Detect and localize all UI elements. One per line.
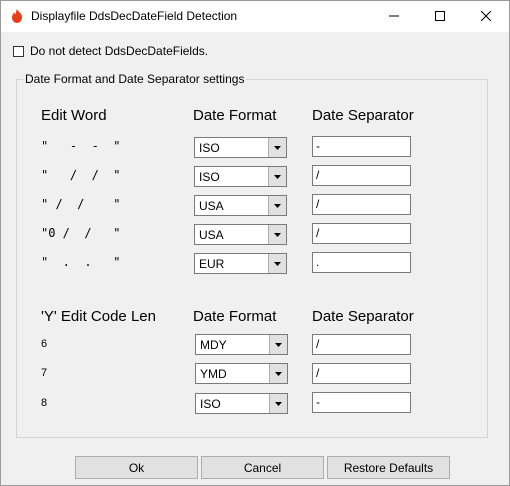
- restore-defaults-button[interactable]: Restore Defaults: [327, 456, 450, 479]
- edit-code-len-value: 7: [41, 367, 48, 379]
- date-format-value: EUR: [199, 256, 225, 271]
- ok-button[interactable]: Ok: [75, 456, 198, 479]
- date-format-select[interactable]: ISO: [194, 137, 287, 158]
- date-format-value: USA: [199, 198, 224, 213]
- chevron-down-icon[interactable]: [268, 196, 286, 215]
- title-bar[interactable]: Displayfile DdsDecDateField Detection: [1, 1, 509, 32]
- detect-option[interactable]: Do not detect DdsDecDateFields.: [13, 44, 208, 58]
- edit-code-len-value: 6: [41, 338, 48, 350]
- chevron-down-icon[interactable]: [268, 138, 286, 157]
- minimize-icon: [389, 10, 399, 24]
- edit-word-value: "0 / / ": [41, 226, 121, 240]
- date-separator-header: Date Separator: [312, 107, 414, 124]
- date-format-select[interactable]: YMD: [195, 363, 288, 384]
- maximize-button[interactable]: [417, 1, 463, 32]
- close-button[interactable]: [463, 1, 509, 32]
- date-format-select[interactable]: ISO: [194, 166, 287, 187]
- edit-code-len-header: 'Y' Edit Code Len: [41, 308, 156, 325]
- chevron-down-icon[interactable]: [268, 254, 286, 273]
- date-format-select[interactable]: USA: [194, 224, 287, 245]
- edit-word-header: Edit Word: [41, 107, 107, 124]
- detect-checkbox-label: Do not detect DdsDecDateFields.: [30, 44, 209, 58]
- cancel-button[interactable]: Cancel: [201, 456, 324, 479]
- chevron-down-icon[interactable]: [269, 364, 287, 383]
- window-title: Displayfile DdsDecDateField Detection: [31, 9, 238, 23]
- date-format-value: USA: [199, 227, 224, 242]
- chevron-down-icon[interactable]: [269, 335, 287, 354]
- chevron-down-icon[interactable]: [269, 394, 287, 413]
- date-separator-input[interactable]: /: [312, 165, 411, 186]
- date-format-header: Date Format: [193, 107, 277, 124]
- date-separator-input[interactable]: /: [312, 223, 411, 244]
- close-icon: [480, 10, 492, 24]
- edit-word-value: " / / ": [41, 168, 121, 182]
- minimize-button[interactable]: [371, 1, 417, 32]
- detect-checkbox[interactable]: [13, 45, 24, 57]
- date-format-value: ISO: [199, 140, 220, 155]
- date-separator-input[interactable]: /: [312, 334, 411, 355]
- date-separator-input[interactable]: -: [312, 136, 411, 157]
- date-format-select[interactable]: MDY: [195, 334, 288, 355]
- date-separator-input[interactable]: .: [312, 252, 411, 273]
- date-format-value: YMD: [200, 366, 227, 381]
- date-separator-input[interactable]: -: [312, 392, 411, 413]
- date-separator-input[interactable]: /: [312, 363, 411, 384]
- date-separator-header: Date Separator: [312, 308, 414, 325]
- edit-word-value: " / / ": [41, 197, 121, 211]
- date-separator-input[interactable]: /: [312, 194, 411, 215]
- date-format-value: MDY: [200, 337, 227, 352]
- date-format-select[interactable]: USA: [194, 195, 287, 216]
- dialog-window: Displayfile DdsDecDateField Detection Do…: [0, 0, 510, 486]
- edit-word-value: " - - ": [41, 139, 121, 153]
- maximize-icon: [435, 10, 445, 24]
- edit-code-len-value: 8: [41, 397, 48, 409]
- groupbox-legend: Date Format and Date Separator settings: [23, 72, 247, 86]
- date-format-select[interactable]: ISO: [195, 393, 288, 414]
- flame-icon: [9, 8, 25, 24]
- chevron-down-icon[interactable]: [268, 225, 286, 244]
- date-format-value: ISO: [199, 169, 220, 184]
- date-format-select[interactable]: EUR: [194, 253, 287, 274]
- date-format-header: Date Format: [193, 308, 277, 325]
- chevron-down-icon[interactable]: [268, 167, 286, 186]
- date-format-value: ISO: [200, 396, 221, 411]
- edit-word-value: " . . ": [41, 255, 121, 269]
